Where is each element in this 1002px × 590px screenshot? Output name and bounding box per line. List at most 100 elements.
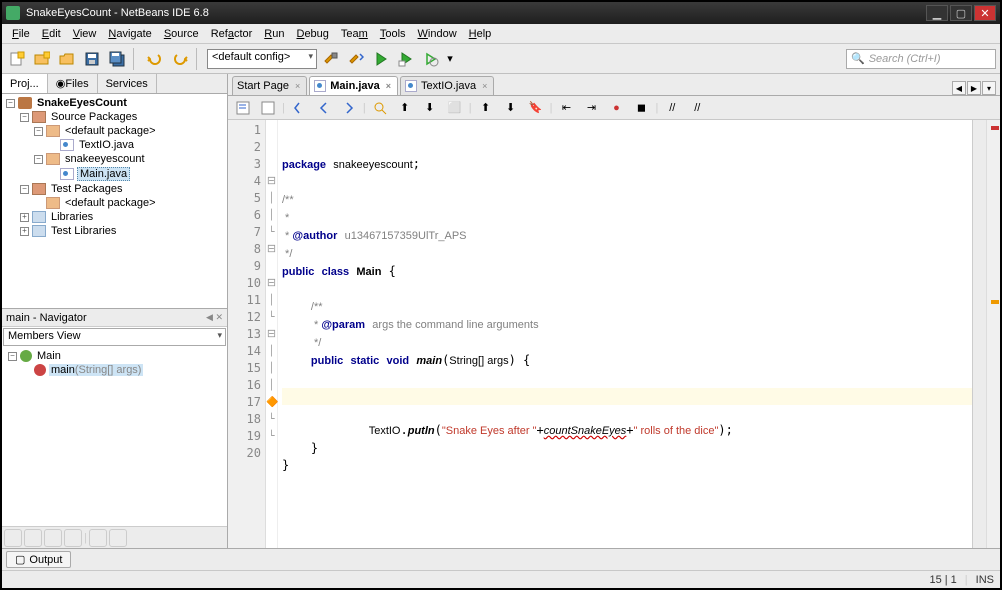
nav-filter-1[interactable] [4, 529, 22, 547]
menu-edit[interactable]: Edit [36, 26, 67, 42]
tab-textio-java[interactable]: TextIO.java× [400, 76, 494, 95]
menu-debug[interactable]: Debug [290, 26, 334, 42]
close-tab-icon[interactable]: × [384, 81, 393, 91]
menu-run[interactable]: Run [258, 26, 290, 42]
expand-toggle[interactable]: − [8, 352, 17, 361]
shift-right-button[interactable]: ⇥ [580, 97, 602, 119]
expand-toggle[interactable]: + [20, 227, 29, 236]
menu-window[interactable]: Window [412, 26, 463, 42]
find-next-button[interactable]: ⬇ [419, 97, 441, 119]
fold-toggle[interactable]: ⊟ [267, 243, 276, 255]
profile-button[interactable] [420, 48, 442, 70]
debug-button[interactable] [395, 48, 417, 70]
tab-main-java[interactable]: Main.java× [309, 76, 398, 95]
expand-toggle[interactable]: − [6, 99, 15, 108]
clean-build-button[interactable] [345, 48, 367, 70]
run-dropdown[interactable]: ▾ [445, 48, 455, 70]
vertical-scrollbar[interactable] [972, 120, 986, 548]
config-combo[interactable]: <default config> [207, 49, 317, 69]
navigator-view-combo[interactable]: Members View [3, 328, 226, 346]
new-file-button[interactable] [6, 48, 28, 70]
nav-filter-2[interactable] [24, 529, 42, 547]
fold-toggle[interactable]: ⊟ [267, 175, 276, 187]
expand-toggle[interactable]: − [34, 155, 43, 164]
save-all-button[interactable] [106, 48, 128, 70]
build-button[interactable] [320, 48, 342, 70]
redo-button[interactable] [169, 48, 191, 70]
forward-button[interactable] [338, 97, 360, 119]
macro-record-button[interactable]: ● [605, 97, 627, 119]
tree-src[interactable]: −Source Packages [2, 110, 227, 124]
menu-help[interactable]: Help [463, 26, 498, 42]
tree-test[interactable]: −Test Packages [2, 182, 227, 196]
menu-navigate[interactable]: Navigate [102, 26, 157, 42]
code-editor[interactable]: 1234567891011121314151617181920 ⊟││└⊟⊟│└… [228, 120, 1000, 548]
maximize-button[interactable]: ▢ [950, 5, 972, 21]
find-prev-button[interactable]: ⬆ [394, 97, 416, 119]
minimize-button[interactable]: ▁ [926, 5, 948, 21]
project-tree[interactable]: −SnakeEyesCount −Source Packages −<defau… [2, 94, 227, 308]
nav-class[interactable]: −Main [4, 349, 225, 363]
tab-list-button[interactable]: ▾ [982, 81, 996, 95]
prev-bookmark-button[interactable]: ⬆ [475, 97, 497, 119]
nav-filter-3[interactable] [44, 529, 62, 547]
uncomment-button[interactable]: // [686, 97, 708, 119]
find-selection-button[interactable] [369, 97, 391, 119]
tab-projects[interactable]: Proj... [2, 74, 48, 93]
menu-source[interactable]: Source [158, 26, 205, 42]
expand-toggle[interactable]: − [34, 127, 43, 136]
expand-toggle[interactable]: + [20, 213, 29, 222]
fold-column[interactable]: ⊟││└⊟⊟│└⊟│││🔶└└ [266, 120, 278, 548]
tab-prev-button[interactable]: ◀ [952, 81, 966, 95]
menu-view[interactable]: View [67, 26, 103, 42]
navigator-tree[interactable]: −Main main(String[] args) [2, 347, 227, 526]
menu-refactor[interactable]: Refactor [205, 26, 259, 42]
toggle-highlight-button[interactable]: ⬜ [444, 97, 466, 119]
history-button[interactable] [257, 97, 279, 119]
error-marker[interactable] [991, 126, 999, 130]
close-tab-icon[interactable]: × [293, 81, 302, 91]
error-stripe[interactable] [986, 120, 1000, 548]
tab-next-button[interactable]: ▶ [967, 81, 981, 95]
tree-test-default[interactable]: <default package> [2, 196, 227, 210]
save-button[interactable] [81, 48, 103, 70]
menu-team[interactable]: Team [335, 26, 374, 42]
menu-tools[interactable]: Tools [374, 26, 412, 42]
new-project-button[interactable] [31, 48, 53, 70]
expand-toggle[interactable]: − [20, 185, 29, 194]
comment-button[interactable]: // [661, 97, 683, 119]
quick-search-input[interactable]: 🔍 Search (Ctrl+I) [846, 49, 996, 69]
back-button[interactable] [313, 97, 335, 119]
tree-pkg[interactable]: −snakeeyescount [2, 152, 227, 166]
last-edit-button[interactable] [288, 97, 310, 119]
source-view-button[interactable] [232, 97, 254, 119]
macro-stop-button[interactable]: ◼ [630, 97, 652, 119]
tree-libs[interactable]: +Libraries [2, 210, 227, 224]
open-project-button[interactable] [56, 48, 78, 70]
warning-marker[interactable] [991, 300, 999, 304]
tab-start-page[interactable]: Start Page× [232, 76, 307, 95]
fold-toggle[interactable]: ⊟ [267, 277, 276, 289]
tree-test-libs[interactable]: +Test Libraries [2, 224, 227, 238]
code-body[interactable]: package snakeeyescount;/** * * @author u… [278, 120, 972, 548]
next-bookmark-button[interactable]: ⬇ [500, 97, 522, 119]
shift-left-button[interactable]: ⇤ [555, 97, 577, 119]
tree-main-java[interactable]: Main.java [2, 166, 227, 182]
close-tab-icon[interactable]: × [480, 81, 489, 91]
nav-method[interactable]: main(String[] args) [4, 363, 225, 377]
toggle-bookmark-button[interactable]: 🔖 [525, 97, 547, 119]
nav-filter-5[interactable] [89, 529, 107, 547]
fold-toggle[interactable]: ⊟ [267, 328, 276, 340]
tab-files[interactable]: ◉ Files [48, 74, 98, 93]
close-button[interactable]: ✕ [974, 5, 996, 21]
tree-default-pkg[interactable]: −<default package> [2, 124, 227, 138]
undo-button[interactable] [144, 48, 166, 70]
menu-file[interactable]: File [6, 26, 36, 42]
nav-filter-6[interactable] [109, 529, 127, 547]
tree-textio[interactable]: TextIO.java [2, 138, 227, 152]
tree-root[interactable]: −SnakeEyesCount [2, 96, 227, 110]
expand-toggle[interactable]: − [20, 113, 29, 122]
nav-filter-4[interactable] [64, 529, 82, 547]
run-button[interactable] [370, 48, 392, 70]
output-tab[interactable]: ▢ Output [6, 551, 71, 568]
